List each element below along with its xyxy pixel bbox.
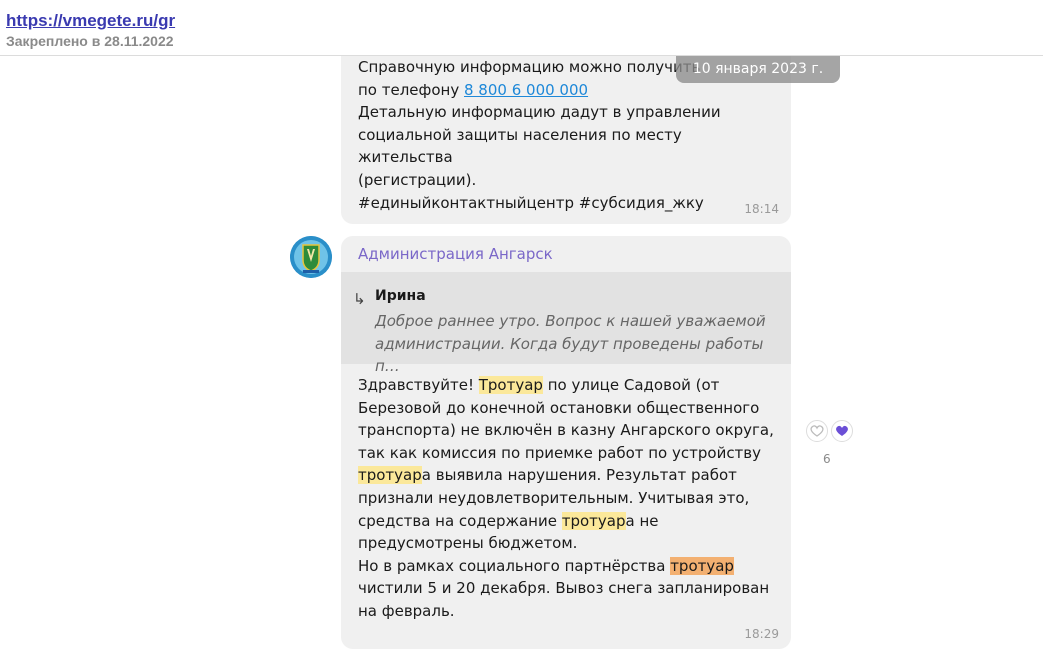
message-bubble: Администрация Ангарск ↳ Ирина Доброе ран… bbox=[341, 236, 791, 649]
avatar[interactable] bbox=[290, 236, 332, 278]
date-separator: 10 января 2023 г. bbox=[676, 56, 840, 83]
message-time: 18:29 bbox=[744, 627, 779, 641]
hashtags[interactable]: #единыйконтактныйцентр #субсидия_жку bbox=[358, 194, 704, 212]
reaction-hearts-icon[interactable] bbox=[803, 420, 855, 442]
pinned-date: Закреплено в 28.11.2022 bbox=[6, 33, 174, 49]
reply-arrow-icon: ↳ bbox=[353, 290, 366, 308]
pinned-message-bar[interactable]: https://vmegete.ru/gr Закреплено в 28.11… bbox=[0, 0, 1043, 56]
reply-preview: Доброе раннее утро. Вопрос к нашей уважа… bbox=[375, 312, 766, 375]
pinned-link[interactable]: https://vmegete.ru/gr bbox=[6, 11, 175, 31]
sender-name[interactable]: Администрация Ангарск bbox=[358, 245, 553, 263]
message-text: Здравствуйте! Тротуар по улице Садовой (… bbox=[358, 376, 774, 620]
phone-link[interactable]: 8 800 6 000 000 bbox=[464, 81, 588, 99]
reply-author: Ирина bbox=[375, 288, 426, 304]
reaction-count: 6 bbox=[823, 452, 831, 466]
reactions[interactable] bbox=[803, 420, 855, 442]
search-highlight: тротуар bbox=[561, 511, 626, 530]
coat-of-arms-icon bbox=[290, 236, 332, 278]
message-time: 18:14 bbox=[744, 202, 779, 216]
search-highlight: Тротуар bbox=[478, 376, 543, 394]
search-highlight: тротуар bbox=[358, 466, 422, 485]
search-highlight-active: тротуар bbox=[670, 556, 734, 575]
reply-quote[interactable]: ↳ Ирина Доброе раннее утро. Вопрос к наш… bbox=[341, 272, 791, 375]
